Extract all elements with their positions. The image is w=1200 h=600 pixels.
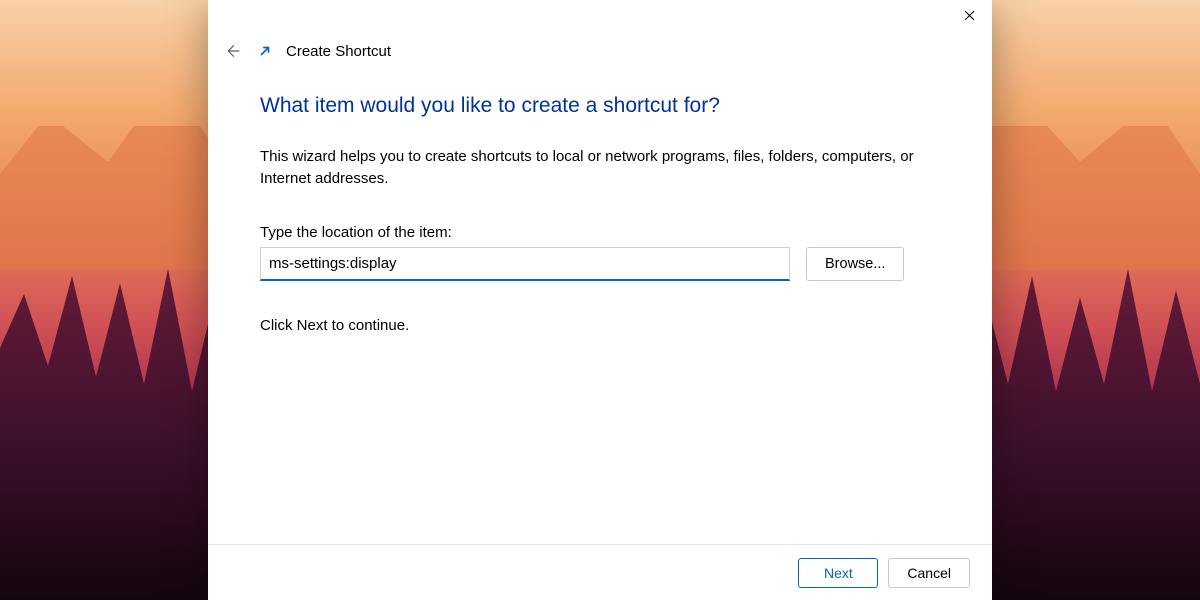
- location-input[interactable]: [260, 247, 790, 281]
- dialog-title: Create Shortcut: [286, 43, 391, 60]
- titlebar: [208, 0, 992, 30]
- dialog-header: Create Shortcut: [208, 30, 992, 66]
- browse-button[interactable]: Browse...: [806, 247, 904, 281]
- continue-hint: Click Next to continue.: [260, 317, 940, 334]
- location-label: Type the location of the item:: [260, 224, 940, 241]
- cancel-button[interactable]: Cancel: [888, 558, 970, 588]
- wizard-description: This wizard helps you to create shortcut…: [260, 146, 940, 190]
- back-button[interactable]: [220, 39, 244, 63]
- dialog-footer: Next Cancel: [208, 544, 992, 600]
- close-button[interactable]: [946, 0, 992, 30]
- next-button[interactable]: Next: [798, 558, 878, 588]
- dialog-content: What item would you like to create a sho…: [208, 66, 992, 544]
- page-heading: What item would you like to create a sho…: [260, 94, 940, 118]
- shortcut-icon: [258, 44, 272, 58]
- arrow-left-icon: [223, 42, 241, 60]
- create-shortcut-dialog: Create Shortcut What item would you like…: [208, 0, 992, 600]
- location-row: Browse...: [260, 247, 940, 281]
- close-icon: [964, 10, 975, 21]
